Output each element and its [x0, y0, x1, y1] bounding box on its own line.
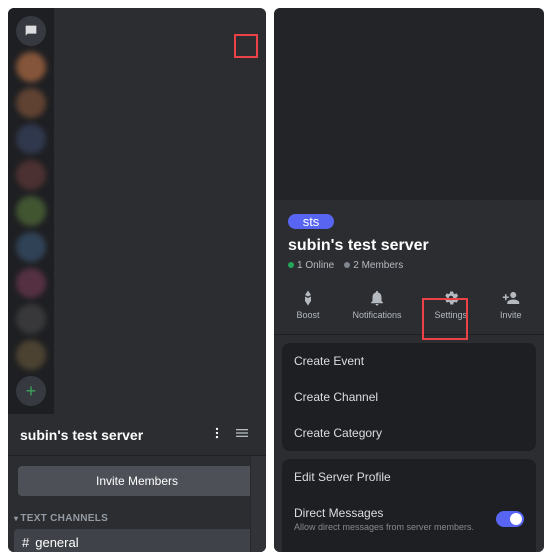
menu-group-create: Create Event Create Channel Create Categ… — [282, 343, 536, 451]
guild-avatar[interactable] — [16, 52, 46, 82]
menu-group-settings: Edit Server Profile Direct Messages Allo… — [282, 459, 536, 552]
create-channel-button[interactable]: Create Channel — [282, 379, 536, 415]
guild-avatar[interactable] — [16, 268, 46, 298]
server-avatar[interactable]: sts — [288, 214, 334, 229]
create-event-button[interactable]: Create Event — [282, 343, 536, 379]
hide-muted-toggle-row[interactable]: Hide Muted Channels — [282, 543, 536, 552]
highlight-box — [422, 298, 468, 340]
server-menu-sheet: sts subin's test server 1 Online 2 Membe… — [274, 200, 544, 552]
channel-name: general — [35, 535, 78, 550]
boost-button[interactable]: Boost — [290, 285, 325, 324]
guild-avatar[interactable] — [16, 304, 46, 334]
edit-server-profile-button[interactable]: Edit Server Profile — [282, 459, 536, 495]
text-channels-label: TEXT CHANNELS — [20, 513, 108, 524]
guild-avatar[interactable] — [16, 88, 46, 118]
create-category-button[interactable]: Create Category — [282, 415, 536, 451]
action-row: Boost Notifications Settings Invite — [274, 281, 544, 335]
guild-avatar[interactable] — [16, 340, 46, 370]
direct-messages-toggle-row[interactable]: Direct Messages Allow direct messages fr… — [282, 495, 536, 543]
hash-icon: # — [22, 535, 29, 550]
text-channels-header[interactable]: ▾ TEXT CHANNELS + — [8, 500, 266, 528]
chevron-down-icon: ▾ — [14, 514, 18, 523]
add-server-button[interactable]: + — [16, 376, 46, 406]
bell-icon — [368, 289, 386, 307]
status-row: 1 Online 2 Members — [274, 255, 544, 281]
text-channel-general[interactable]: # general — [14, 529, 260, 552]
invite-members-button[interactable]: Invite Members — [18, 466, 256, 496]
channel-list: subin's test server Invite Members ▾ TEX… — [8, 414, 266, 552]
notifications-button[interactable]: Notifications — [346, 285, 407, 324]
server-name-label: subin's test server — [274, 237, 544, 255]
invite-button[interactable]: Invite — [494, 285, 528, 324]
more-icon[interactable] — [206, 422, 228, 447]
menu-icon[interactable] — [230, 421, 254, 448]
right-screenshot: sts subin's test server 1 Online 2 Membe… — [274, 8, 544, 552]
guild-avatar[interactable] — [16, 196, 46, 226]
member-dot-icon — [344, 262, 350, 268]
server-header[interactable]: subin's test server — [8, 414, 266, 456]
boost-icon — [299, 289, 317, 307]
guild-avatar[interactable] — [16, 124, 46, 154]
main-content-partial: We Thi Her che → — [250, 456, 266, 552]
guild-avatar[interactable] — [16, 160, 46, 190]
left-screenshot: + subin's test server Invite Members ▾ T… — [8, 8, 266, 552]
server-name-label: subin's test server — [20, 427, 143, 443]
highlight-box — [234, 34, 258, 58]
dimmed-background — [274, 8, 544, 200]
online-dot-icon — [288, 262, 294, 268]
dm-icon[interactable] — [16, 16, 46, 46]
toggle-on[interactable] — [496, 511, 524, 527]
guild-bar: + — [8, 8, 54, 414]
invite-icon — [502, 289, 520, 307]
guild-avatar[interactable] — [16, 232, 46, 262]
